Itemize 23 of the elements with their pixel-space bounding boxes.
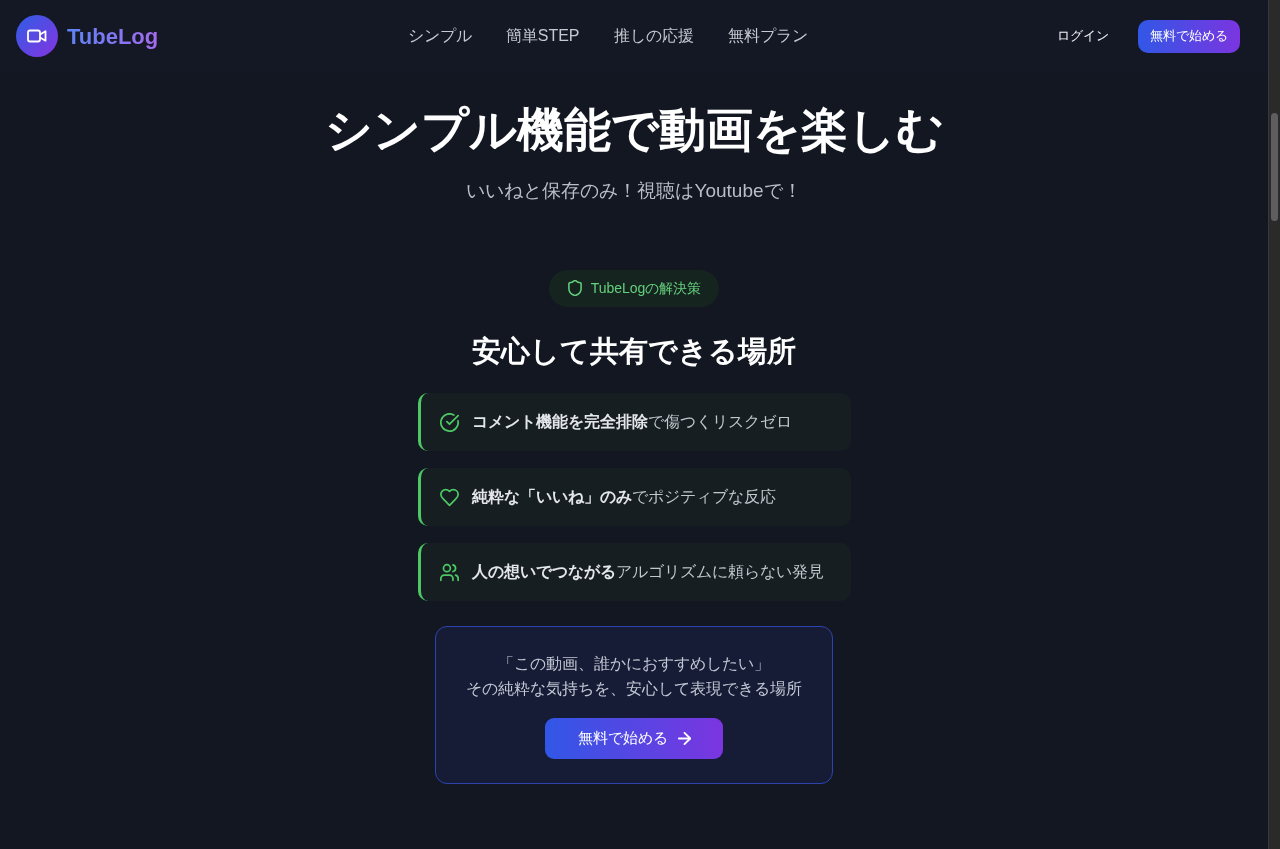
users-icon bbox=[439, 562, 459, 582]
start-free-button[interactable]: 無料で始める bbox=[545, 718, 723, 760]
hero-title: シンプル機能で動画を楽しむ bbox=[324, 102, 944, 158]
login-link[interactable]: ログイン bbox=[1057, 26, 1109, 46]
badge-label: TubeLogの解決策 bbox=[590, 278, 702, 298]
nav-link[interactable]: シンプル bbox=[407, 24, 472, 48]
section-heading: 安心して共有できる場所 bbox=[472, 333, 796, 369]
heart-icon bbox=[439, 487, 459, 507]
shield-icon bbox=[566, 280, 583, 297]
feature-text: 人の想いでつながるアルゴリズムに頼らない発見 bbox=[471, 562, 824, 583]
feature-text: コメント機能を完全排除で傷つくリスクゼロ bbox=[471, 412, 792, 433]
feature-text: 純粋な「いいね」のみでポジティブな反応 bbox=[471, 487, 776, 508]
nav-link[interactable]: 推しの応援 bbox=[613, 24, 694, 48]
hero-subtitle: いいねと保存のみ！視聴はYoutubeで！ bbox=[466, 179, 802, 204]
scrollbar[interactable] bbox=[1268, 0, 1280, 849]
cta-text: 「この動画、誰かにおすすめしたい」 bbox=[498, 654, 770, 675]
check-circle-icon bbox=[439, 412, 459, 432]
nav-link[interactable]: 簡単STEP bbox=[505, 24, 580, 48]
logo-icon bbox=[16, 15, 58, 57]
cta-text: その純粋な気持ちを、安心して表現できる場所 bbox=[466, 679, 802, 700]
arrow-right-icon bbox=[677, 732, 691, 746]
start-free-button[interactable]: 無料で始める bbox=[1138, 19, 1240, 53]
nav-link[interactable]: 無料プラン bbox=[727, 24, 808, 48]
